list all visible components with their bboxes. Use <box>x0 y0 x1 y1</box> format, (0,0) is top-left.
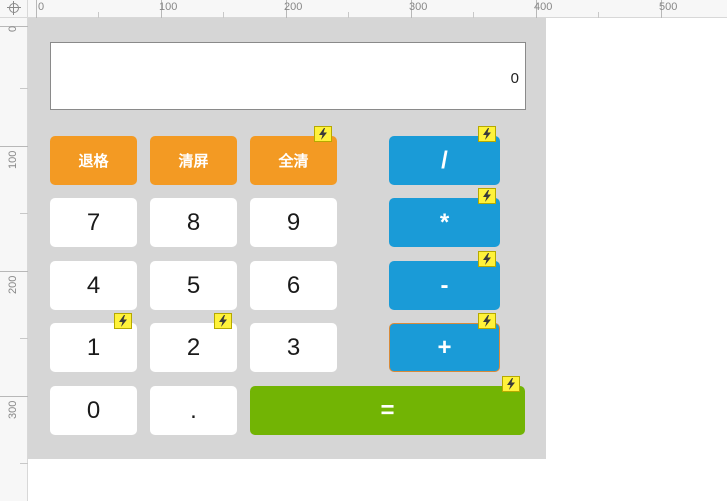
clear-entry-label: 清屏 <box>178 153 209 170</box>
digit-0-label: 0 <box>86 396 101 424</box>
ruler-label: 100 <box>7 150 19 169</box>
digit-6-label: 6 <box>286 271 301 299</box>
horizontal-ruler: 0 100 200 300 400 500 <box>28 0 727 18</box>
digit-6-button[interactable]: 6 <box>250 261 337 310</box>
lightning-bolt-icon[interactable] <box>478 126 496 142</box>
ruler-tick <box>36 0 37 18</box>
ruler-label: 200 <box>284 1 303 13</box>
lightning-bolt-icon[interactable] <box>214 313 232 329</box>
digit-9-label: 9 <box>286 208 301 236</box>
add-button[interactable]: + <box>389 323 500 372</box>
ruler-label: 500 <box>659 1 678 13</box>
digit-8-label: 8 <box>186 208 201 236</box>
ruler-label: 200 <box>7 275 19 294</box>
digit-4-button[interactable]: 4 <box>50 261 137 310</box>
digit-9-button[interactable]: 9 <box>250 198 337 247</box>
ruler-label: 0 <box>7 25 19 32</box>
digit-0-button[interactable]: 0 <box>50 386 137 435</box>
all-clear-button[interactable]: 全清 <box>250 136 337 185</box>
subtract-button[interactable]: - <box>389 261 500 310</box>
digit-8-button[interactable]: 8 <box>150 198 237 247</box>
add-label: + <box>437 333 452 361</box>
clear-entry-button[interactable]: 清屏 <box>150 136 237 185</box>
ruler-tick <box>0 146 28 147</box>
ruler-tick <box>0 396 28 397</box>
vertical-ruler: 0 100 200 300 <box>0 18 28 501</box>
ruler-origin <box>0 0 28 18</box>
ruler-minor-tick <box>20 338 28 339</box>
digit-2-button[interactable]: 2 <box>150 323 237 372</box>
digit-2-label: 2 <box>186 333 201 361</box>
ruler-label: 0 <box>38 1 45 13</box>
divide-button[interactable]: / <box>389 136 500 185</box>
subtract-label: - <box>440 271 449 299</box>
ruler-minor-tick <box>20 213 28 214</box>
decimal-label: . <box>190 396 197 424</box>
digit-7-button[interactable]: 7 <box>50 198 137 247</box>
multiply-label: * <box>439 208 450 236</box>
equals-label: = <box>380 396 395 424</box>
calculator-panel: 0 退格 清屏 全清 / 7 8 9 * 4 5 6 - 1 2 3 + 0 .… <box>28 18 546 459</box>
all-clear-label: 全清 <box>278 153 309 170</box>
digit-3-button[interactable]: 3 <box>250 323 337 372</box>
lightning-bolt-icon[interactable] <box>478 313 496 329</box>
digit-5-button[interactable]: 5 <box>150 261 237 310</box>
lightning-bolt-icon[interactable] <box>114 313 132 329</box>
digit-4-label: 4 <box>86 271 101 299</box>
ruler-label: 300 <box>7 400 19 419</box>
digit-1-button[interactable]: 1 <box>50 323 137 372</box>
backspace-button[interactable]: 退格 <box>50 136 137 185</box>
digit-1-label: 1 <box>86 333 101 361</box>
backspace-label: 退格 <box>78 153 109 170</box>
ruler-minor-tick <box>20 88 28 89</box>
crosshair-icon <box>7 1 21 15</box>
calculator-display: 0 <box>50 42 526 110</box>
lightning-bolt-icon[interactable] <box>502 376 520 392</box>
equals-button[interactable]: = <box>250 386 525 435</box>
ruler-label: 400 <box>534 1 553 13</box>
ruler-minor-tick <box>598 12 599 18</box>
digit-5-label: 5 <box>186 271 201 299</box>
multiply-button[interactable]: * <box>389 198 500 247</box>
digit-7-label: 7 <box>86 208 101 236</box>
lightning-bolt-icon[interactable] <box>478 188 496 204</box>
ruler-label: 100 <box>159 1 178 13</box>
ruler-minor-tick <box>20 463 28 464</box>
ruler-label: 300 <box>409 1 428 13</box>
digit-3-label: 3 <box>286 333 301 361</box>
ruler-tick <box>0 271 28 272</box>
divide-label: / <box>441 146 448 174</box>
lightning-bolt-icon[interactable] <box>314 126 332 142</box>
lightning-bolt-icon[interactable] <box>478 251 496 267</box>
decimal-button[interactable]: . <box>150 386 237 435</box>
display-value: 0 <box>510 70 519 87</box>
